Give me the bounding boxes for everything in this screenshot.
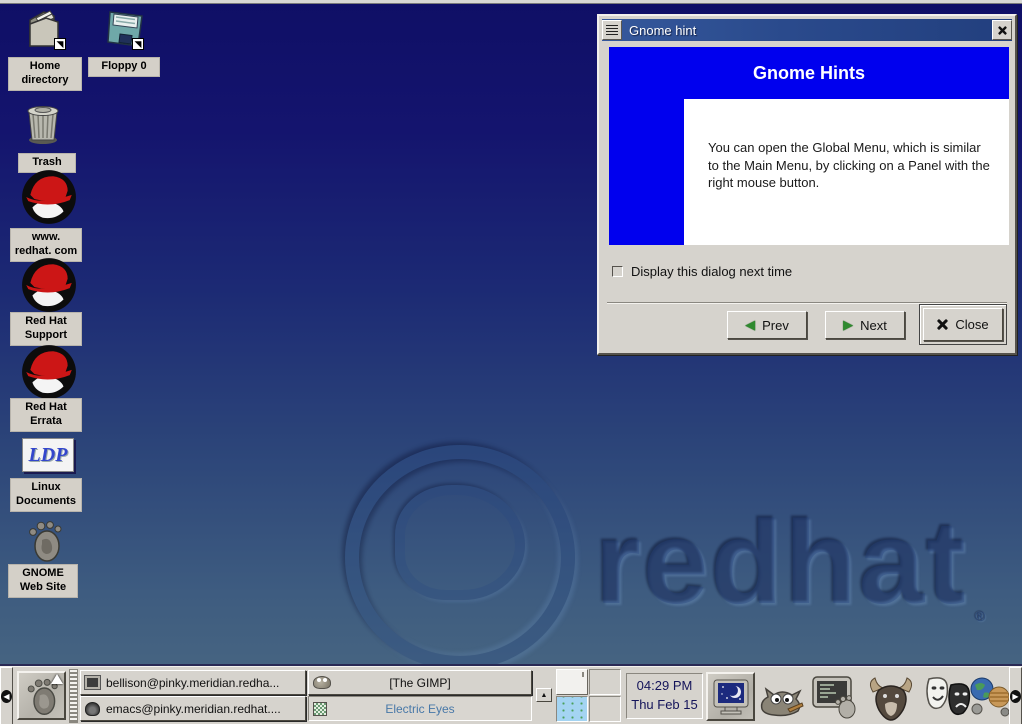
gnu-head-icon (865, 674, 917, 722)
home-directory-label[interactable]: Home directory (8, 57, 82, 91)
hint-blue-sidebar (609, 99, 684, 245)
trash-icon[interactable] (20, 100, 68, 148)
shortcut-arrow-badge: ◥ (132, 38, 144, 50)
close-x-icon (998, 26, 1007, 35)
window-close-button[interactable] (992, 20, 1012, 40)
prev-button-label: Prev (762, 318, 789, 333)
gnome-main-menu-button[interactable] (17, 671, 66, 720)
redhat-www-icon[interactable] (20, 168, 78, 226)
task-label: bellison@pinky.meridian.redha... (106, 676, 279, 690)
redhat-errata-icon[interactable] (20, 343, 78, 401)
panel-hide-left-button[interactable]: ◀ (0, 667, 13, 724)
pager-desktop-4[interactable] (589, 696, 621, 722)
task-label: [The GIMP] (389, 676, 450, 690)
hint-body: You can open the Global Menu, which is s… (684, 99, 1009, 245)
gnome-website-label[interactable]: GNOME Web Site (8, 564, 78, 598)
window-menu-button[interactable] (602, 20, 622, 40)
redhat-watermark-circle (345, 445, 575, 670)
terminal-with-foot-icon (811, 675, 859, 719)
gnome-terminal-launcher[interactable] (810, 674, 860, 720)
ldp-icon-text: LDP (29, 444, 68, 467)
hide-left-arrow-icon: ◀ (1, 690, 12, 703)
display-next-time-row[interactable]: Display this dialog next time (612, 264, 792, 279)
pager-desktop-2[interactable] (589, 669, 621, 695)
redhat-logo-icon (20, 168, 78, 226)
clock-time: 04:29 PM (637, 677, 693, 696)
gnome-hint-dialog: Gnome hint Gnome Hints You can open the … (597, 14, 1017, 355)
shortcut-arrow-badge: ◥ (54, 38, 66, 50)
task-emacs[interactable]: emacs@pinky.meridian.redhat.... (80, 696, 306, 721)
trash-can-icon (20, 100, 68, 148)
gnome-panel: ◀ bellison@pinky.meridian.redha... emacs… (0, 666, 1022, 724)
floppy-label[interactable]: Floppy 0 (88, 57, 160, 77)
hide-right-arrow-icon: ▶ (1010, 690, 1021, 703)
redhat-logo-icon (20, 256, 78, 314)
dialog-title: Gnome hint (629, 23, 992, 38)
redhat-watermark-shadowman (395, 485, 525, 600)
gnome-website-icon[interactable] (20, 516, 68, 564)
task-bellison-terminal[interactable]: bellison@pinky.meridian.redha... (80, 670, 306, 695)
gimp-wilber-icon (758, 675, 804, 717)
solar-system-launcher[interactable] (968, 674, 1012, 720)
linux-documents-label[interactable]: Linux Documents (10, 478, 82, 512)
panel-hide-right-button[interactable]: ▶ (1009, 667, 1022, 724)
hint-header: Gnome Hints (609, 47, 1009, 99)
clock-applet[interactable]: 04:29 PM Thu Feb 15 (626, 673, 703, 719)
gimp-wilber-icon (313, 676, 331, 689)
redhat-errata-label[interactable]: Red Hat Errata (10, 398, 82, 432)
task-label: emacs@pinky.meridian.redhat.... (106, 702, 281, 716)
planets-icon (969, 675, 1011, 719)
close-x-icon (937, 319, 948, 330)
prev-arrow-icon: ◀ (745, 317, 755, 333)
screen-top-edge (0, 0, 1022, 4)
emacs-launcher[interactable] (864, 674, 918, 722)
task-label: Electric Eyes (385, 702, 454, 716)
redhat-watermark-text: redhat (595, 495, 968, 631)
display-next-time-checkbox[interactable] (612, 266, 623, 277)
up-arrow-icon: ▲ (541, 692, 548, 699)
tasklist-expand-button[interactable]: ▲ (536, 688, 552, 702)
pager-desktop-1[interactable] (556, 669, 588, 695)
close-default-ring: Close (919, 304, 1007, 345)
checkbox-label: Display this dialog next time (631, 264, 792, 279)
redhat-watermark-reg: ® (975, 608, 985, 624)
next-arrow-icon: ▶ (843, 317, 853, 333)
floppy-icon[interactable]: ◥ (104, 6, 146, 52)
dialog-titlebar[interactable]: Gnome hint (602, 19, 1012, 41)
gimp-launcher[interactable] (758, 674, 804, 718)
terminal-icon (85, 676, 100, 689)
panel-drag-handle[interactable] (69, 669, 78, 723)
gnome-foot-icon (20, 516, 68, 564)
close-button[interactable]: Close (923, 308, 1003, 341)
close-button-label: Close (955, 317, 988, 332)
screensaver-monitor-icon (711, 677, 751, 717)
gnu-emacs-icon (85, 702, 100, 716)
screensaver-applet-button[interactable] (706, 672, 755, 721)
home-directory-icon[interactable]: ◥ (24, 6, 68, 52)
task-the-gimp[interactable]: [The GIMP] (308, 670, 532, 695)
electric-eyes-icon (313, 702, 327, 716)
desk-guide-pager (556, 669, 622, 723)
ldp-icon[interactable]: LDP (22, 438, 74, 472)
prev-button[interactable]: ◀ Prev (727, 311, 807, 339)
redhat-support-label[interactable]: Red Hat Support (10, 312, 82, 346)
pager-desktop-3[interactable] (556, 696, 588, 722)
hint-text: You can open the Global Menu, which is s… (708, 139, 993, 192)
window-menu-icon (606, 25, 618, 35)
menu-popup-triangle-icon (51, 674, 63, 684)
next-button-label: Next (860, 318, 887, 333)
next-button[interactable]: ▶ Next (825, 311, 905, 339)
redhat-logo-icon (20, 343, 78, 401)
redhat-support-icon[interactable] (20, 256, 78, 314)
task-electric-eyes[interactable]: Electric Eyes (308, 696, 532, 721)
clock-date: Thu Feb 15 (631, 696, 698, 715)
